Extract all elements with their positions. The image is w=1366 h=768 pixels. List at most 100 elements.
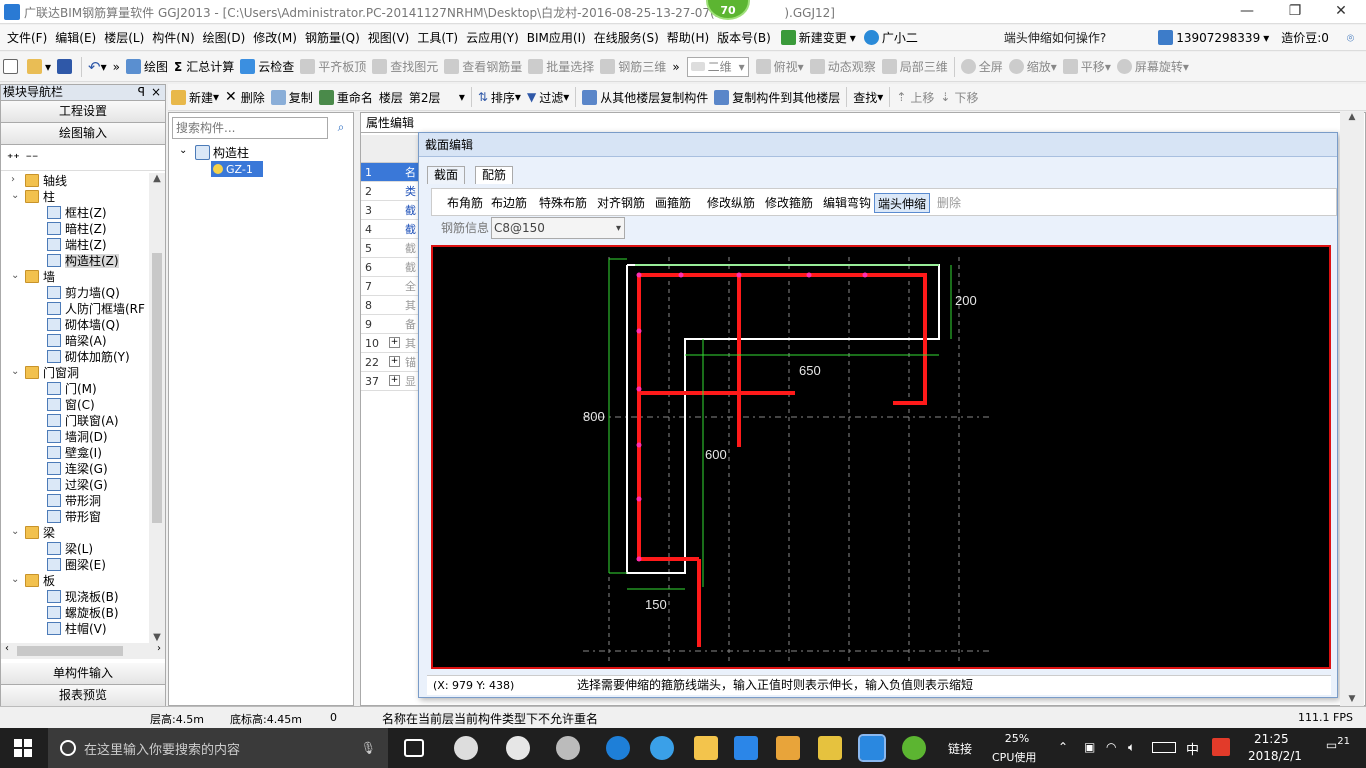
tab-rebar[interactable]: 配筋 [475, 166, 514, 184]
batch-select-button[interactable]: 批量选择 [525, 55, 597, 79]
zoom-button[interactable]: 缩放 ▾ [1006, 55, 1060, 79]
expand-all-icon[interactable]: ⁺⁺ [7, 151, 20, 165]
tree-component[interactable]: 连梁(G) [47, 461, 108, 477]
tree-hscrollbar[interactable]: ‹ › [1, 643, 165, 659]
property-row[interactable]: 1名 [361, 163, 419, 182]
property-row[interactable]: 7全 [361, 277, 419, 296]
tree-root-gz[interactable]: 构造柱 [195, 144, 249, 161]
edge-icon[interactable] [606, 736, 630, 760]
link-label[interactable]: 链接 [948, 740, 972, 757]
tree-component[interactable]: 现浇板(B) [47, 589, 119, 605]
search-icon[interactable]: ⌕ [331, 117, 351, 139]
tree-component[interactable]: 壁龛(I) [47, 445, 102, 461]
tree-component[interactable]: 暗梁(A) [47, 333, 107, 349]
expand-icon[interactable]: › [11, 175, 20, 185]
minimize-button[interactable]: — [1224, 0, 1270, 24]
sogou-icon[interactable] [1212, 738, 1230, 756]
collapse-icon[interactable]: ⌄ [11, 575, 20, 585]
green-app-icon[interactable] [902, 736, 926, 760]
rebar-info-select[interactable]: C8@150 ▾ [491, 217, 625, 239]
expand-icon[interactable]: + [389, 337, 400, 348]
rebar-3d-button[interactable]: 钢筋三维 [597, 55, 669, 79]
ie-browser-icon[interactable] [506, 736, 530, 760]
open-button[interactable]: ▾ [24, 55, 54, 79]
tree-folder[interactable]: ⌄ 墙 [11, 269, 55, 285]
property-row[interactable]: 6截 [361, 258, 419, 277]
file-explorer-icon[interactable] [694, 736, 718, 760]
pin-button[interactable]: ꟼ [138, 85, 145, 100]
find-element-button[interactable]: 查找图元 [369, 55, 441, 79]
tree-component[interactable]: 圈梁(E) [47, 557, 106, 573]
tree-component[interactable]: 过梁(G) [47, 477, 108, 493]
tree-component[interactable]: 梁(L) [47, 541, 93, 557]
rebar-tool-button[interactable]: 编辑弯钩 [820, 193, 874, 213]
tree-vscrollbar[interactable]: ▲ ▼ [149, 173, 165, 643]
menu-item[interactable]: 编辑(E) [51, 25, 100, 51]
top-view-button[interactable]: 俯视 ▾ [753, 55, 807, 79]
tree-component[interactable]: 柱帽(V) [47, 621, 107, 637]
nav-close-button[interactable]: × [151, 85, 161, 100]
tree-component[interactable]: 螺旋板(B) [47, 605, 119, 621]
rebar-tool-button[interactable]: 布边筋 [488, 193, 530, 213]
move-up-button[interactable]: ⇡ 上移 [893, 85, 937, 109]
tree-folder[interactable]: ⌄ 梁 [11, 525, 55, 541]
help-question-link[interactable]: 端头伸缩如何操作? [1000, 25, 1110, 51]
move-down-button[interactable]: ⇣ 下移 [937, 85, 981, 109]
rename-button[interactable]: 重命名 [316, 85, 376, 109]
tree-component[interactable]: 门(M) [47, 381, 97, 397]
keyboard-icon[interactable] [1152, 742, 1176, 753]
tree-component[interactable]: 剪力墙(Q) [47, 285, 120, 301]
fan-app-icon[interactable] [454, 736, 478, 760]
delete-button[interactable]: ✕ 删除 [222, 85, 268, 109]
property-row[interactable]: +37 显 [361, 372, 419, 391]
new-component-button[interactable]: 新建 ▾ [168, 85, 222, 109]
ggj-active-icon[interactable] [858, 734, 886, 762]
component-item-gz1[interactable]: GZ-1 [211, 161, 263, 177]
rebar-tool-button[interactable]: 删除 [934, 193, 964, 213]
tab-section[interactable]: 截面 [427, 166, 466, 184]
new-change-menu[interactable]: 新建变更 ▾ [777, 25, 860, 51]
view-rebar-button[interactable]: 查看钢筋量 [441, 55, 525, 79]
tree-component[interactable]: 窗(C) [47, 397, 95, 413]
tray-app-icon[interactable]: ▣ [1084, 740, 1095, 754]
pin-icon[interactable]: ⌾ [1343, 25, 1358, 51]
collapse-all-icon[interactable]: ⁻⁻ [26, 151, 39, 165]
restore-button[interactable]: ❐ [1272, 0, 1318, 24]
property-tab[interactable]: 属性编辑 [361, 113, 421, 133]
tree-component[interactable]: 砌体加筋(Y) [47, 349, 130, 365]
rebar-tool-button[interactable]: 对齐钢筋 [594, 193, 648, 213]
property-row[interactable]: 2类 [361, 182, 419, 201]
tree-folder[interactable]: › 轴线 [11, 173, 67, 189]
property-row[interactable]: 8其 [361, 296, 419, 315]
property-row[interactable]: +10 其 [361, 334, 419, 353]
menu-item[interactable]: 帮助(H) [663, 25, 713, 51]
find-button[interactable]: 查找 ▾ [850, 85, 886, 109]
tree-component[interactable]: 砌体墙(Q) [47, 317, 120, 333]
tree-folder[interactable]: ⌄ 门窗洞 [11, 365, 79, 381]
rebar-tool-button[interactable]: 画箍筋 [652, 193, 694, 213]
guang-xiaoer-menu[interactable]: 广小二 [860, 25, 922, 51]
search-input[interactable]: 搜索构件... [172, 117, 328, 139]
tree-folder[interactable]: ⌄ 柱 [11, 189, 55, 205]
property-row[interactable]: 3截 [361, 201, 419, 220]
rebar-tool-button[interactable]: 特殊布筋 [536, 193, 590, 213]
save-button[interactable] [54, 55, 78, 79]
menu-item[interactable]: 构件(N) [148, 25, 198, 51]
project-settings-button[interactable]: 工程设置 [1, 101, 165, 123]
floor-select[interactable]: 第2层 ▾ [406, 85, 468, 109]
draw-button[interactable]: 绘图 [123, 55, 171, 79]
microphone-icon[interactable]: 🎙︎ [361, 741, 376, 755]
dynamic-observe-button[interactable]: 动态观察 [807, 55, 879, 79]
collapse-icon[interactable]: ⌄ [11, 191, 20, 201]
collapse-icon[interactable]: ⌄ [11, 367, 20, 377]
glodon-g-icon[interactable] [734, 736, 758, 760]
notification-icon[interactable]: ▭21 [1322, 736, 1350, 760]
more-chevron[interactable]: » [110, 55, 123, 79]
menu-item[interactable]: BIM应用(I) [523, 25, 590, 51]
sum-calc-button[interactable]: Σ 汇总计算 [171, 55, 237, 79]
tree-component[interactable]: 人防门框墙(RF [47, 301, 145, 317]
copy-to-floor-button[interactable]: 复制构件到其他楼层 [711, 85, 843, 109]
taskbar-search[interactable]: 在这里输入你要搜索的内容 🎙︎ [48, 728, 388, 768]
single-input-button[interactable]: 单构件输入 [1, 663, 165, 685]
tree-component[interactable]: 墙洞(D) [47, 429, 108, 445]
